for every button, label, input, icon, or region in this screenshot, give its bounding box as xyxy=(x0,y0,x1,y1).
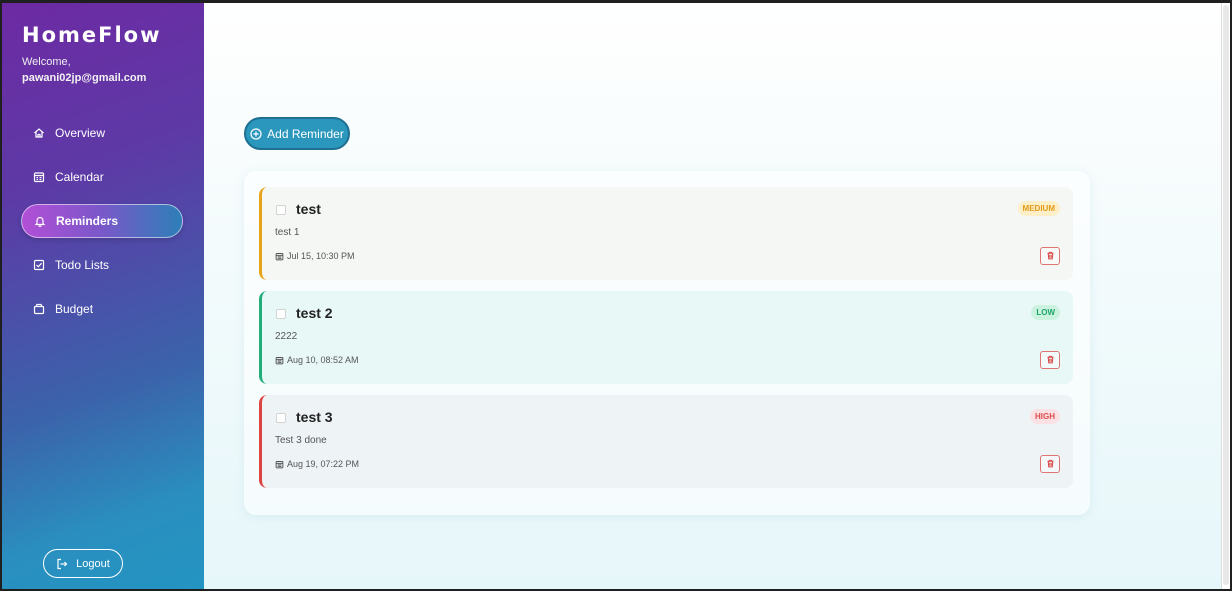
sidebar-item-label: Reminders xyxy=(56,214,119,228)
vertical-scrollbar[interactable] xyxy=(1221,3,1230,589)
sidebar-item-reminders[interactable]: Reminders xyxy=(21,204,183,238)
reminder-card: test MEDIUM test 1 Jul 15, 10:30 PM xyxy=(259,187,1073,280)
welcome-text: Welcome, xyxy=(22,56,71,68)
reminder-title: test 2 xyxy=(296,305,333,321)
delete-button[interactable] xyxy=(1040,455,1060,473)
checkbox-icon xyxy=(33,259,45,271)
app-window: HomeFlow Welcome, pawani02jp@gmail.com O… xyxy=(2,3,1221,589)
sidebar-item-label: Overview xyxy=(55,126,106,140)
sidebar-item-calendar[interactable]: Calendar xyxy=(21,160,183,194)
logout-button[interactable]: Logout xyxy=(43,549,123,578)
reminder-date: Aug 10, 08:52 AM xyxy=(275,355,359,365)
sidebar-item-label: Todo Lists xyxy=(55,258,110,272)
reminder-date: Jul 15, 10:30 PM xyxy=(275,251,355,261)
trash-icon xyxy=(1046,351,1055,369)
reminder-card: test 3 HIGH Test 3 done Aug 19, 07:22 PM xyxy=(259,395,1073,488)
main-content: Add Reminder test MEDIUM test 1 Jul 15, … xyxy=(204,3,1221,589)
scrollbar-thumb[interactable] xyxy=(1223,5,1229,585)
reminder-description: Test 3 done xyxy=(275,435,327,446)
user-email: pawani02jp@gmail.com xyxy=(22,72,147,84)
brand-logo: HomeFlow xyxy=(22,23,162,47)
reminder-date-text: Aug 19, 07:22 PM xyxy=(287,459,360,469)
priority-badge: HIGH xyxy=(1030,409,1060,424)
reminder-checkbox[interactable] xyxy=(276,413,286,423)
calendar-icon xyxy=(33,171,45,183)
plus-circle-icon xyxy=(250,127,262,140)
bell-icon xyxy=(34,215,46,227)
delete-button[interactable] xyxy=(1040,247,1060,265)
home-icon xyxy=(33,127,45,139)
sidebar-item-label: Calendar xyxy=(55,170,104,184)
reminder-title: test xyxy=(296,201,321,217)
reminders-list: test MEDIUM test 1 Jul 15, 10:30 PM test… xyxy=(244,171,1090,515)
reminder-date-text: Jul 15, 10:30 PM xyxy=(287,251,355,261)
add-reminder-button[interactable]: Add Reminder xyxy=(244,117,350,150)
sidebar-nav: Overview Calendar Reminders Todo Lists B… xyxy=(21,116,183,336)
calendar-icon xyxy=(275,356,284,365)
sidebar-item-overview[interactable]: Overview xyxy=(21,116,183,150)
reminder-checkbox[interactable] xyxy=(276,309,286,319)
reminder-title: test 3 xyxy=(296,409,333,425)
sidebar-item-budget[interactable]: Budget xyxy=(21,292,183,326)
reminder-description: test 1 xyxy=(275,227,300,238)
trash-icon xyxy=(1046,455,1055,473)
calendar-icon xyxy=(275,252,284,261)
sidebar-item-label: Budget xyxy=(55,302,94,316)
sidebar: HomeFlow Welcome, pawani02jp@gmail.com O… xyxy=(2,3,204,589)
logout-label: Logout xyxy=(76,557,110,570)
reminder-date: Aug 19, 07:22 PM xyxy=(275,459,359,469)
logout-icon xyxy=(56,558,68,570)
wallet-icon xyxy=(33,303,45,315)
sidebar-item-todo-lists[interactable]: Todo Lists xyxy=(21,248,183,282)
calendar-icon xyxy=(275,460,284,469)
reminder-description: 2222 xyxy=(275,331,298,342)
add-reminder-label: Add Reminder xyxy=(267,126,344,141)
delete-button[interactable] xyxy=(1040,351,1060,369)
priority-badge: MEDIUM xyxy=(1017,201,1060,216)
reminder-checkbox[interactable] xyxy=(276,205,286,215)
trash-icon xyxy=(1046,247,1055,265)
reminder-date-text: Aug 10, 08:52 AM xyxy=(287,355,359,365)
reminder-card: test 2 LOW 2222 Aug 10, 08:52 AM xyxy=(259,291,1073,384)
priority-badge: LOW xyxy=(1031,305,1060,320)
